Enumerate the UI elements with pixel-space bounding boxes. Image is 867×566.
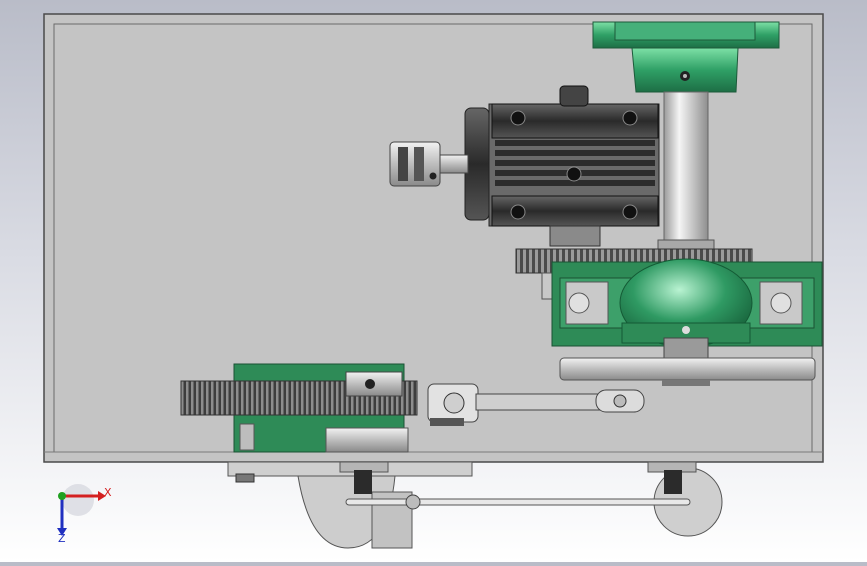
gear-motor[interactable]: [464, 85, 660, 247]
pillow-block[interactable]: [551, 258, 823, 348]
triad-x-label: X: [104, 486, 112, 499]
coordinate-triad: X Z: [57, 484, 112, 545]
vertical-shaft[interactable]: [657, 91, 715, 253]
triad-z-label: Z: [58, 532, 66, 545]
crank-arm[interactable]: [427, 383, 479, 426]
cad-viewport[interactable]: X Z: [0, 0, 867, 562]
